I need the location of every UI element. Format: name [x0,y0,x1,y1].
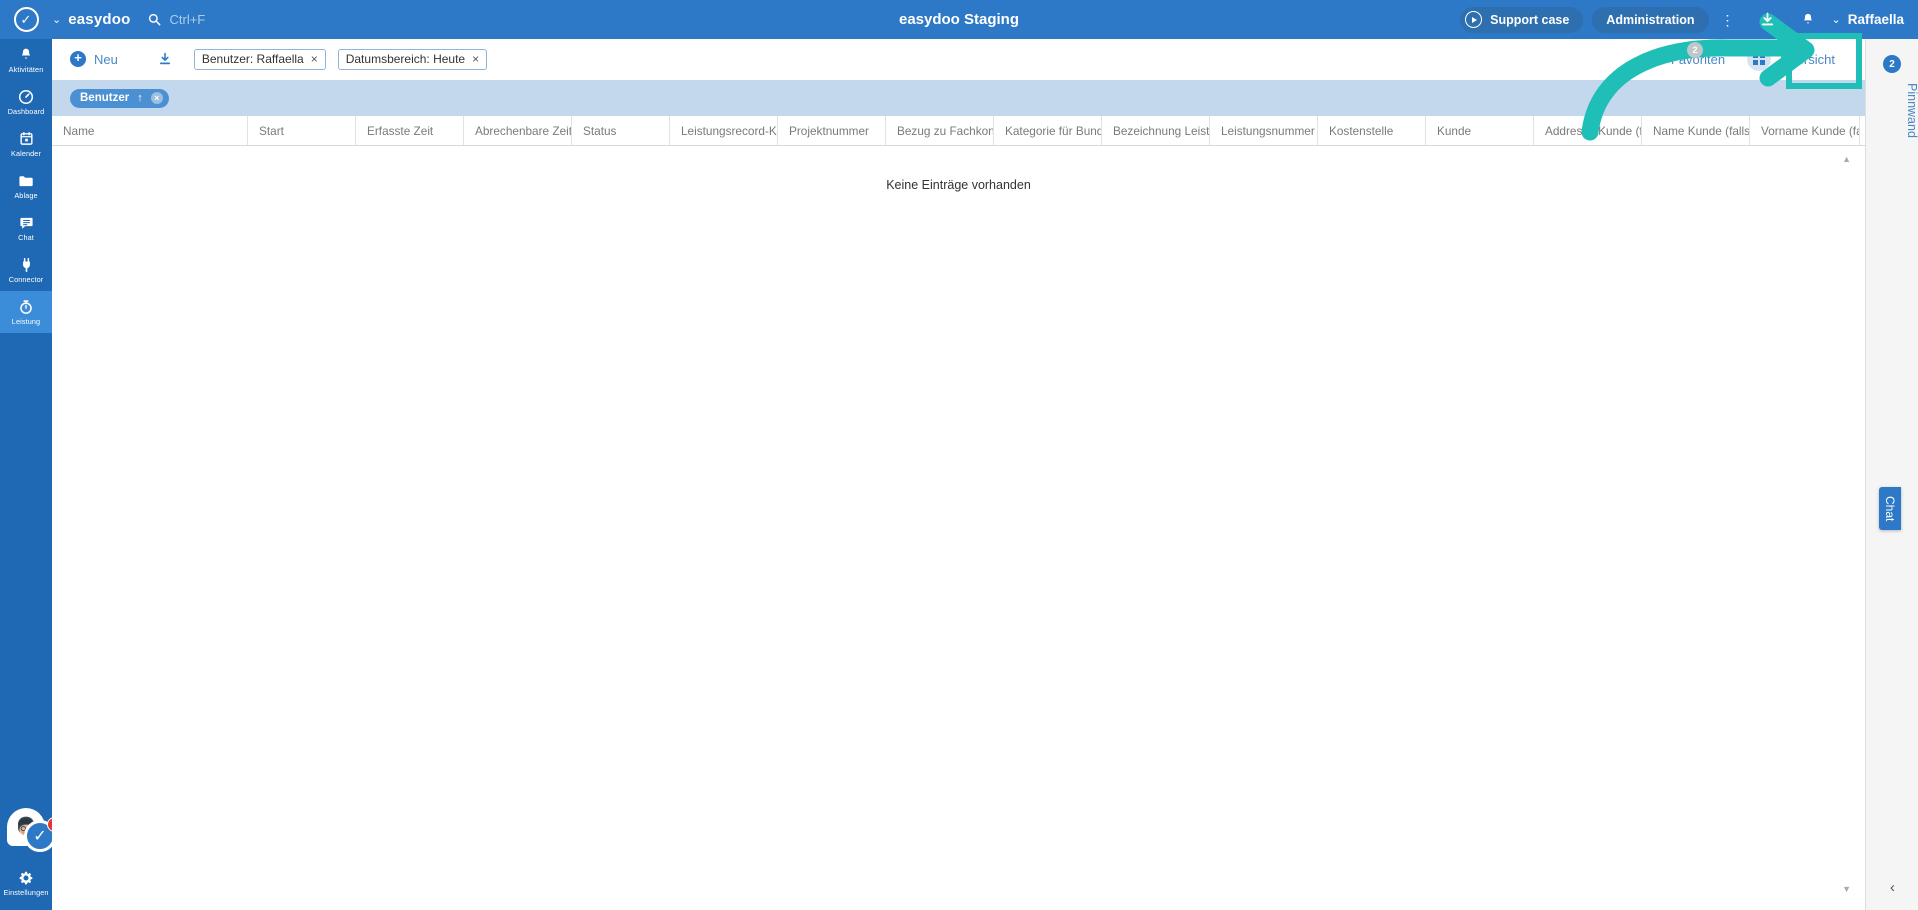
table-column-header[interactable]: Kunde [1426,116,1534,145]
play-circle-icon [1465,11,1483,28]
sort-chip-benutzer[interactable]: Benutzer ↑ × [70,88,169,108]
chat-tab[interactable]: Chat [1879,487,1901,531]
table-column-header[interactable]: Name [52,116,248,145]
administration-button[interactable]: Administration [1592,6,1709,33]
search-icon [149,13,161,26]
sort-chip-label: Benutzer [80,92,130,104]
table-column-header[interactable]: Start [248,116,356,145]
left-sidebar: Aktivitäten Dashboard Kalender Ablage Ch [0,39,62,910]
table-column-header[interactable]: Kategorie für Bund ... [994,116,1102,145]
sidebar-item-chat[interactable]: Chat [0,207,52,249]
right-rail: 2 Pinnwand Chat ‹ [1865,39,1918,910]
collapse-rail-button[interactable]: ‹ [1866,879,1918,896]
download-icon [1761,12,1773,26]
sidebar-item-aktivitaeten[interactable]: Aktivitäten [0,39,52,81]
overview-step-badge: 2 [1687,42,1703,58]
table-column-header[interactable]: Addresse Kunde (fal... [1534,116,1642,145]
download-header-button[interactable] [1747,12,1788,27]
brand-label: easydoo [68,11,131,28]
bell-icon [1803,13,1812,24]
search-box[interactable]: Ctrl+F [148,12,205,27]
new-button-label: Neu [94,51,118,67]
avatar-block[interactable]: ✓ 1 [0,804,62,856]
table-header-row: Name Start Erfasste Zeit Abrechenbare Zeit S… [52,116,1865,146]
close-icon[interactable]: × [150,92,163,104]
user-name-label[interactable]: Raffaella [1848,12,1904,27]
app-root: ✓ ⌄ easydoo Ctrl+F easydoo Staging Suppo… [0,0,1918,910]
plus-icon: + [70,51,86,67]
new-button[interactable]: + Neu [62,51,126,67]
support-case-label: Support case [1490,12,1570,27]
gauge-icon [18,88,34,105]
overview-label: Übersicht [1780,51,1835,67]
sidebar-item-leistung[interactable]: Leistung [0,291,52,333]
notifications-button[interactable] [1788,12,1828,27]
filter-chip-label: Datumsbereich: Heute [345,52,466,66]
calendar-icon [19,130,34,147]
download-icon [159,52,170,65]
check-icon: ✓ [20,11,32,27]
sidebar-item-ablage[interactable]: Ablage [0,165,52,207]
sidebar-item-label: Chat [18,233,34,242]
close-icon[interactable]: × [472,53,479,65]
folder-icon [18,172,34,189]
pinboard-tab[interactable]: Pinnwand [1866,83,1918,138]
table-column-header[interactable]: Bezeichnung Leistu... [1102,116,1210,145]
sidebar-item-label: Ablage [14,191,38,200]
table-column-header[interactable]: Status [572,116,670,145]
sort-bar: Benutzer ↑ × [52,80,1865,116]
gear-icon [19,869,33,886]
export-download-button[interactable] [148,52,182,66]
sidebar-settings-label: Einstellungen [3,888,49,897]
grid-icon [1747,47,1772,71]
table-column-header[interactable]: Leistungsrecord-Ka... [670,116,778,145]
close-icon[interactable]: × [311,53,318,65]
bell-icon [19,46,33,63]
table-column-header[interactable]: Erfasste Zeit [356,116,464,145]
top-header: ✓ ⌄ easydoo Ctrl+F easydoo Staging Suppo… [0,0,1918,39]
sidebar-item-label: Leistung [11,317,41,326]
filter-chip-datumsbereich[interactable]: Datumsbereich: Heute × [337,48,488,70]
filter-chip-benutzer[interactable]: Benutzer: Raffaella × [193,48,326,70]
pinboard-count-badge: 2 [1883,55,1901,73]
table-column-header[interactable]: Name Kunde (falls ... [1642,116,1750,145]
stopwatch-icon [19,298,33,315]
plug-icon [20,256,33,273]
sidebar-item-einstellungen[interactable]: Einstellungen [0,862,52,904]
table-column-header[interactable]: Kostenstelle [1318,116,1426,145]
sidebar-bottom: ✓ 1 Einstellungen [0,804,62,910]
table-column-header[interactable]: Vorname Kunde (fal... [1750,116,1860,145]
support-case-button[interactable]: Support case [1460,6,1584,33]
table-column-header[interactable]: Leistungsnummer L... [1210,116,1318,145]
sidebar-item-label: Aktivitäten [8,65,44,74]
header-actions: Support case Administration ⋮ ⌄ Raffaell… [1460,6,1918,33]
chevron-down-icon[interactable]: ⌄ [52,13,61,26]
sidebar-item-kalender[interactable]: Kalender [0,123,52,165]
sidebar-item-label: Connector [8,275,44,284]
more-options-icon[interactable]: ⋮ [1709,13,1747,27]
filter-chip-label: Benutzer: Raffaella [201,52,304,66]
empty-state-message: Keine Einträge vorhanden [886,178,1031,192]
overview-button[interactable]: Übersicht [1737,43,1845,75]
sidebar-item-label: Dashboard [7,107,45,116]
search-placeholder: Ctrl+F [169,12,206,27]
records-table: Name Start Erfasste Zeit Abrechenbare Zeit S… [52,116,1865,910]
table-column-header[interactable]: Abrechenbare Zeit [464,116,572,145]
check-circle-icon: ✓ [13,7,39,32]
user-chevron-icon[interactable]: ⌄ [1832,13,1841,26]
administration-label: Administration [1606,12,1695,27]
chat-icon [19,214,34,231]
sidebar-item-dashboard[interactable]: Dashboard [0,81,52,123]
sidebar-item-connector[interactable]: Connector [0,249,52,291]
sort-ascending-icon[interactable]: ↑ [137,92,143,104]
content-toolbar: + Neu Benutzer: Raffaella × Datumsbereic… [52,39,1865,80]
sidebar-item-label: Kalender [10,149,41,158]
app-logo[interactable]: ✓ [0,7,52,32]
scroll-down-indicator[interactable]: ▼ [1842,884,1851,894]
table-column-header[interactable]: Bezug zu Fachkonz... [886,116,994,145]
scroll-up-indicator[interactable]: ▲ [1842,154,1851,164]
table-column-header[interactable]: Projektnummer [778,116,886,145]
